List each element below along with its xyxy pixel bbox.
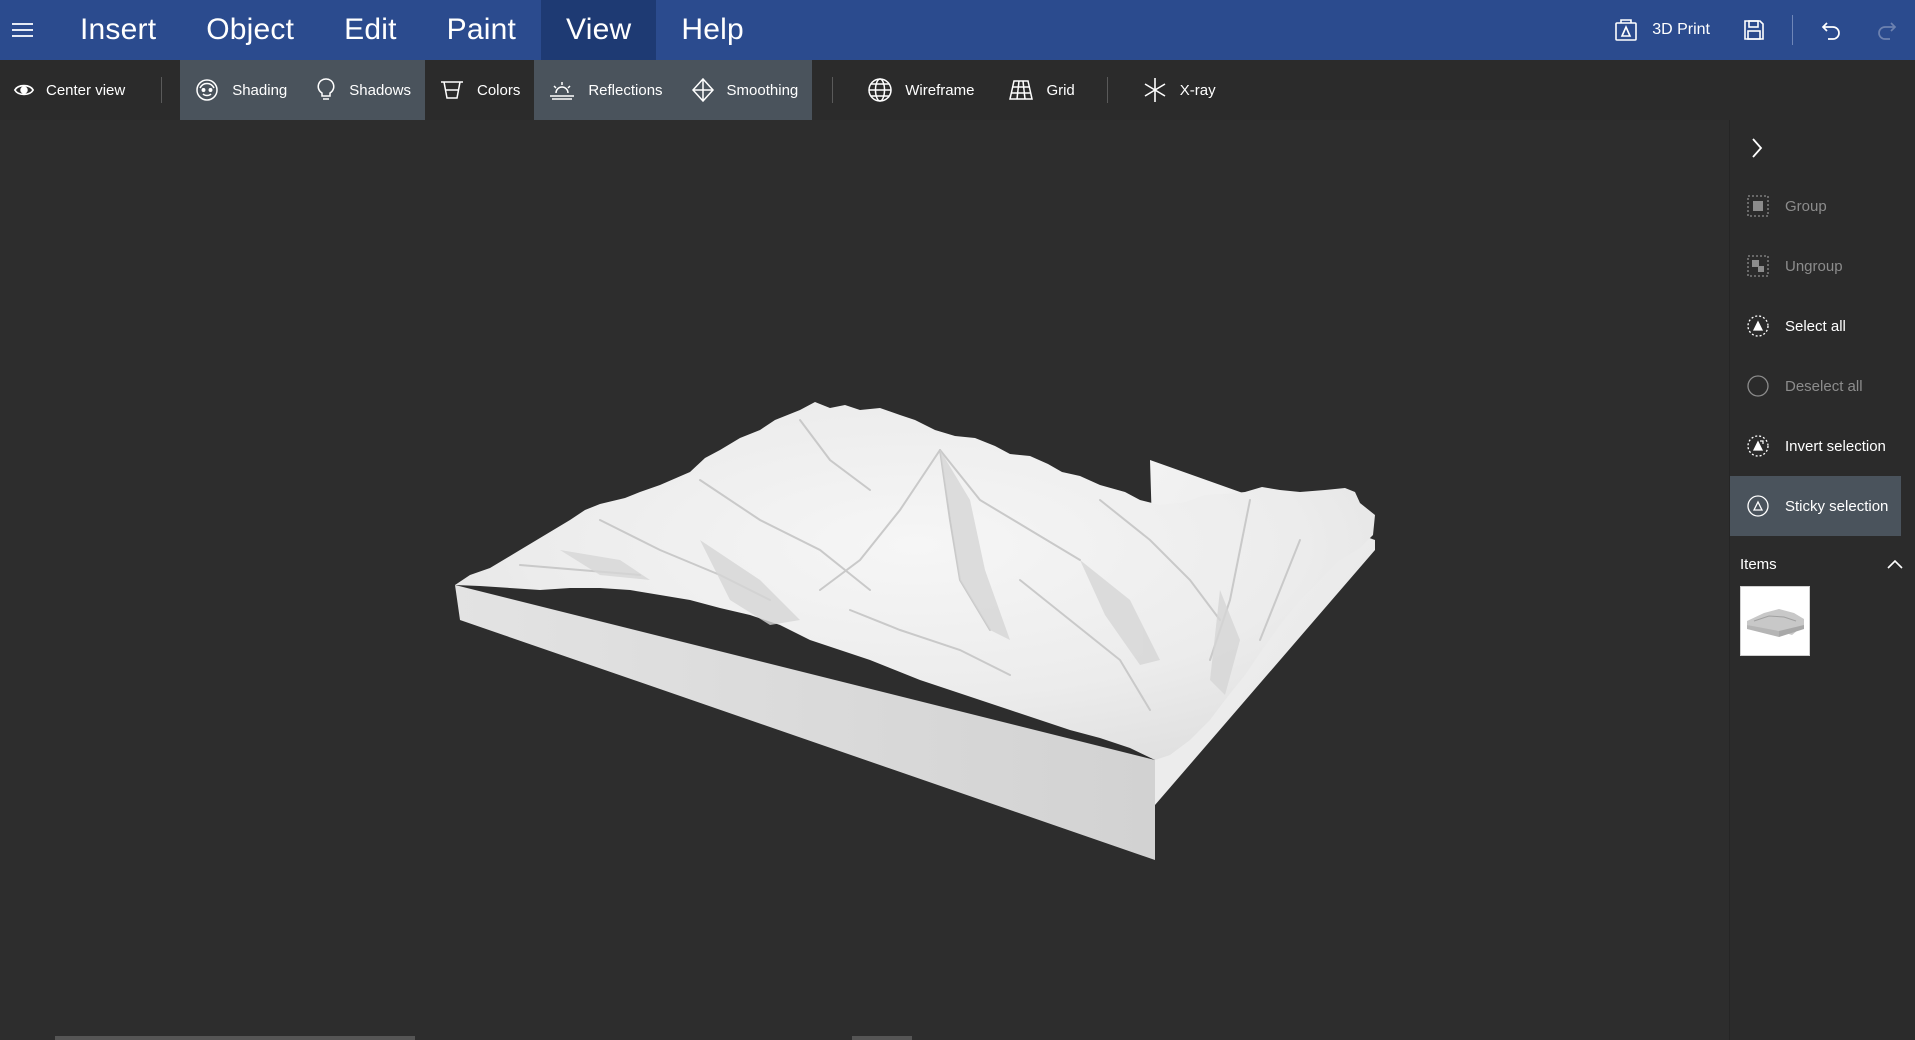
3d-print-label: 3D Print — [1652, 21, 1710, 38]
smoothing-icon — [691, 77, 714, 103]
tab-edit[interactable]: Edit — [319, 0, 422, 60]
items-section-header[interactable]: Items — [1730, 542, 1915, 586]
tab-paint[interactable]: Paint — [422, 0, 541, 60]
save-icon — [1744, 20, 1764, 40]
ungroup-label: Ungroup — [1785, 257, 1843, 275]
shadows-label: Shadows — [349, 81, 411, 99]
center-view-button[interactable]: Center view — [0, 60, 139, 120]
menu-right-actions: 3D Print — [1598, 0, 1915, 60]
grid-toggle[interactable]: Grid — [994, 60, 1088, 120]
tab-help[interactable]: Help — [656, 0, 769, 60]
invert-selection-label: Invert selection — [1785, 437, 1886, 455]
menu-separator — [1792, 15, 1793, 45]
undo-icon — [1821, 22, 1840, 40]
3d-viewport[interactable] — [0, 120, 1729, 1040]
asterisk-icon — [1144, 78, 1166, 102]
view-toolbar: Center view Shading Shadows Colors Refle… — [0, 60, 1915, 120]
hamburger-menu-button[interactable] — [0, 0, 45, 60]
collapse-panel-button[interactable] — [1730, 120, 1915, 176]
group-icon — [1747, 195, 1769, 217]
wireframe-toggle[interactable]: Wireframe — [853, 60, 988, 120]
group-button[interactable]: Group — [1730, 176, 1915, 236]
terrain-thumbnail-image — [1747, 609, 1804, 637]
3d-print-button[interactable]: 3D Print — [1598, 0, 1726, 60]
group-label: Group — [1785, 197, 1827, 215]
tab-object[interactable]: Object — [181, 0, 319, 60]
toolbar-separator — [161, 77, 163, 103]
save-button[interactable] — [1726, 0, 1782, 60]
select-all-icon — [1747, 315, 1769, 337]
colors-toggle[interactable]: Colors — [425, 60, 534, 120]
deselect-all-label: Deselect all — [1785, 377, 1863, 395]
xray-label: X-ray — [1179, 81, 1216, 99]
paint-bucket-icon — [440, 81, 463, 99]
lightbulb-icon — [317, 78, 335, 100]
eye-icon — [14, 84, 34, 96]
sticky-selection-toggle[interactable]: Sticky selection — [1730, 476, 1901, 536]
shading-toggle[interactable]: Shading — [180, 60, 302, 120]
shadows-toggle[interactable]: Shadows — [301, 60, 425, 120]
globe-icon — [868, 78, 893, 102]
sunrise-icon — [550, 82, 575, 100]
redo-button[interactable] — [1859, 0, 1915, 60]
hamburger-icon — [12, 23, 33, 37]
invert-selection-button[interactable]: Invert selection — [1730, 416, 1915, 476]
undo-button[interactable] — [1803, 0, 1859, 60]
shading-label: Shading — [232, 81, 288, 99]
viewport-scrollbar-thumb-secondary[interactable] — [852, 1036, 912, 1040]
xray-toggle[interactable]: X-ray — [1128, 60, 1230, 120]
terrain-model[interactable] — [0, 120, 1729, 1040]
select-all-label: Select all — [1785, 317, 1846, 335]
menu-bar: Insert Object Edit Paint View Help 3D Pr… — [0, 0, 1915, 60]
select-all-button[interactable]: Select all — [1730, 296, 1915, 356]
sticky-selection-icon — [1747, 495, 1769, 517]
chevron-right-icon — [1752, 138, 1763, 158]
shading-icon — [196, 79, 218, 101]
smoothing-toggle[interactable]: Smoothing — [676, 60, 813, 120]
deselect-all-icon — [1747, 375, 1769, 397]
3d-print-icon — [1615, 19, 1638, 41]
sticky-selection-label: Sticky selection — [1785, 497, 1889, 515]
tab-insert[interactable]: Insert — [55, 0, 181, 60]
smoothing-label: Smoothing — [726, 81, 799, 99]
ungroup-button[interactable]: Ungroup — [1730, 236, 1915, 296]
center-view-label: Center view — [46, 81, 126, 99]
redo-icon — [1878, 22, 1897, 40]
deselect-all-button[interactable]: Deselect all — [1730, 356, 1915, 416]
viewport-scrollbar-thumb[interactable] — [55, 1036, 415, 1040]
toolbar-separator — [832, 77, 834, 103]
reflections-toggle[interactable]: Reflections — [534, 60, 677, 120]
toolbar-separator — [1106, 77, 1108, 103]
items-label: Items — [1740, 555, 1777, 573]
colors-label: Colors — [476, 81, 521, 99]
wireframe-label: Wireframe — [905, 81, 975, 99]
invert-selection-icon — [1747, 435, 1769, 457]
ungroup-icon — [1747, 255, 1769, 277]
chevron-up-icon[interactable] — [1887, 559, 1903, 569]
item-thumbnail-terrain[interactable] — [1740, 586, 1810, 656]
grid-icon — [1009, 80, 1034, 100]
tab-view[interactable]: View — [541, 0, 657, 60]
grid-label: Grid — [1046, 81, 1075, 99]
reflections-label: Reflections — [588, 81, 663, 99]
selection-panel: Group Ungroup Select all Deselect all In… — [1729, 120, 1915, 1040]
